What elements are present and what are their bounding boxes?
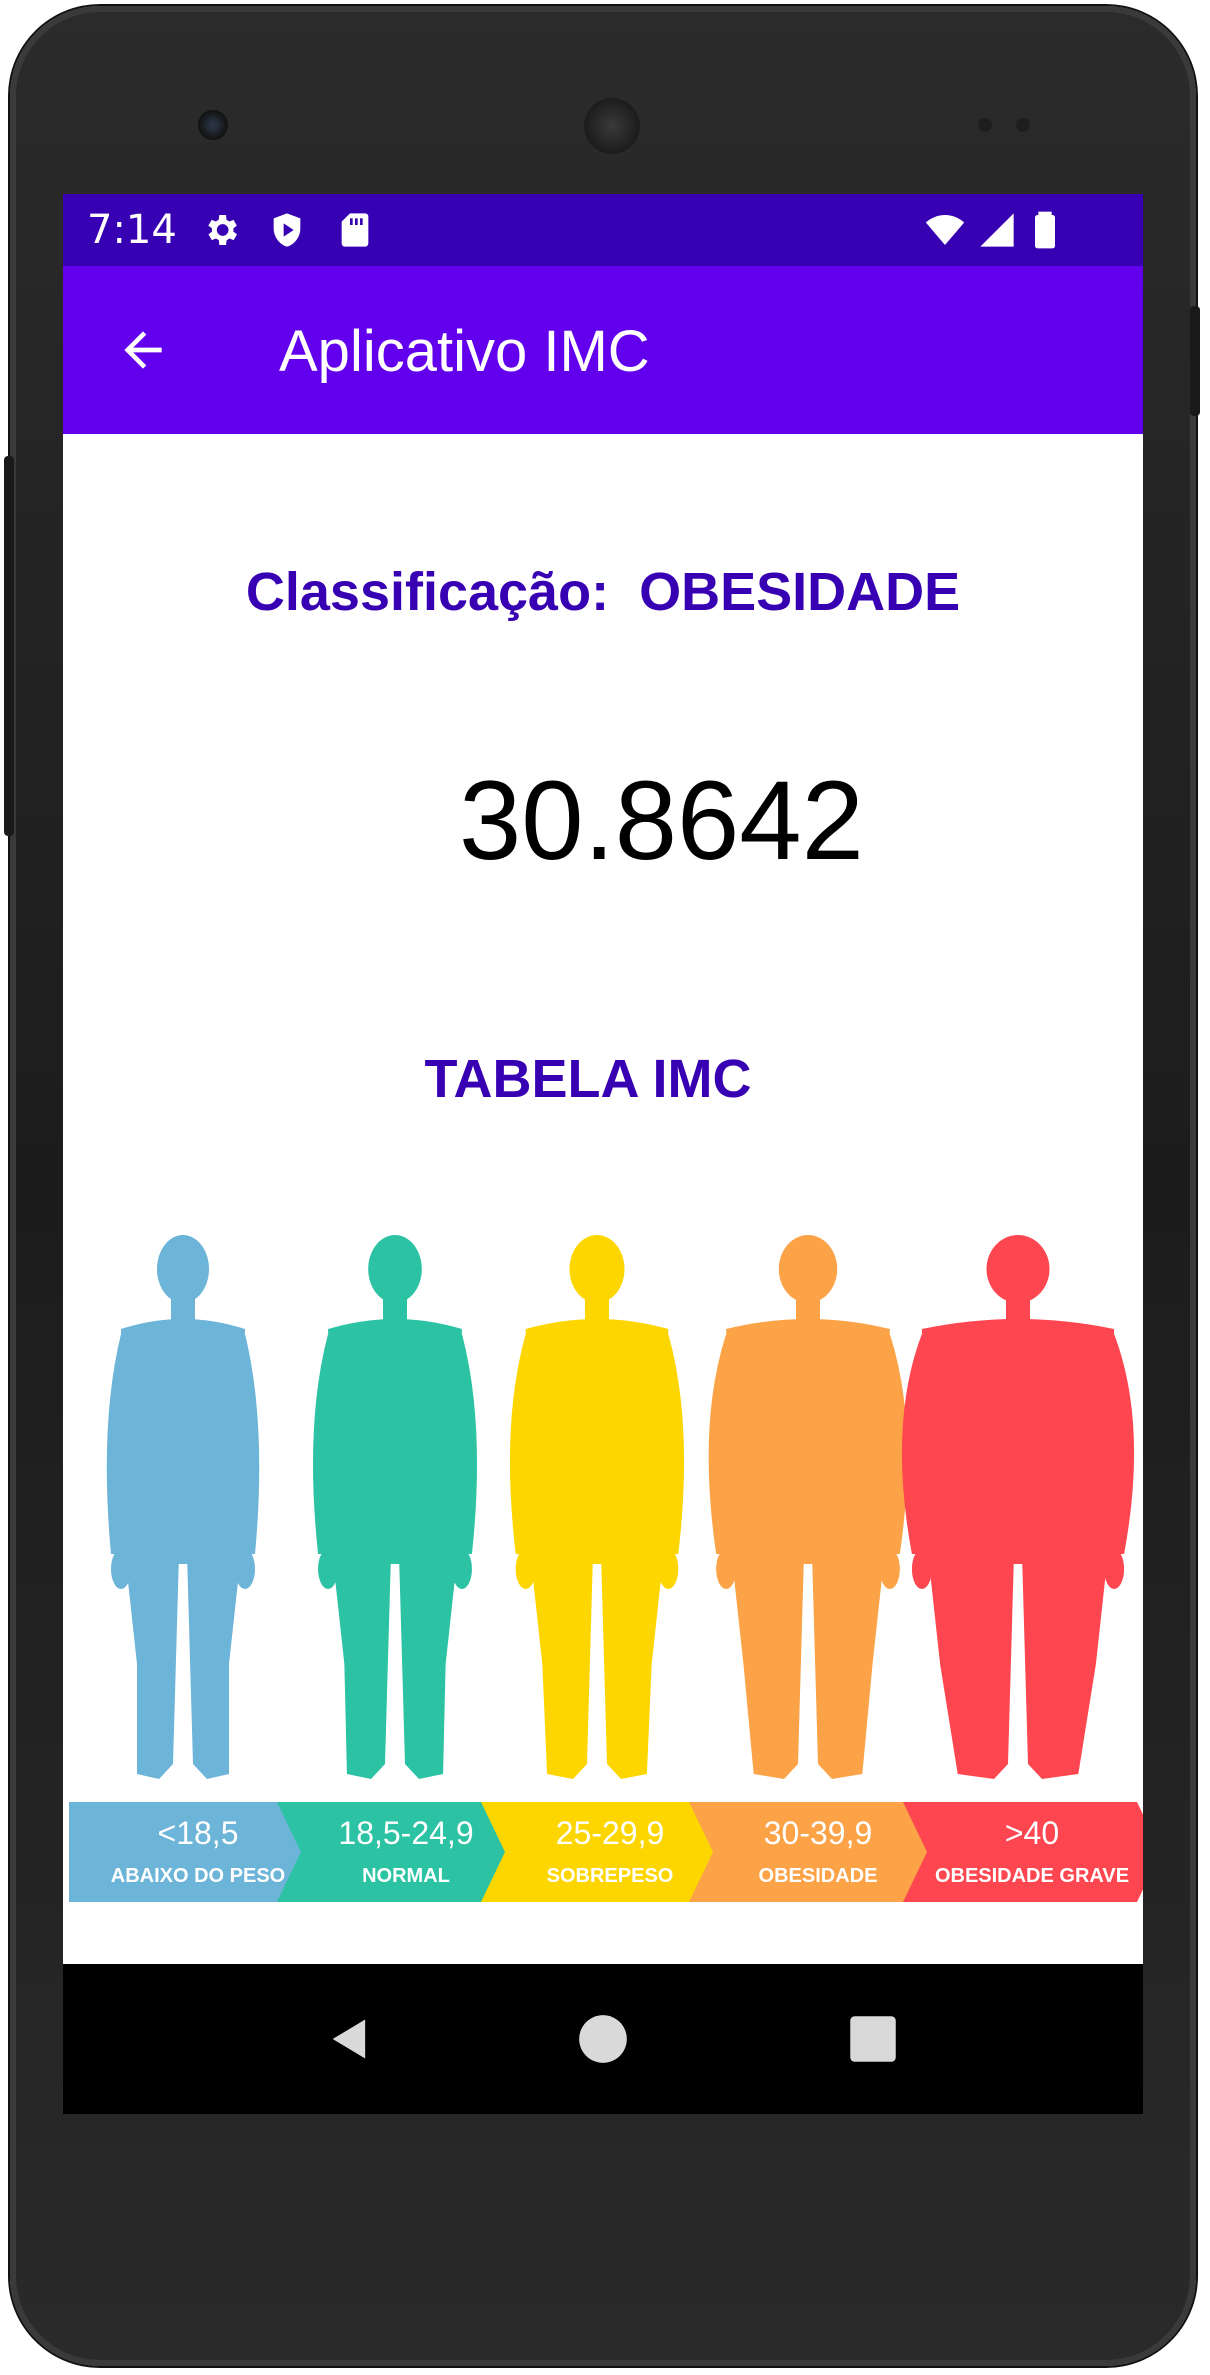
wifi-icon — [925, 215, 965, 245]
table-title: TABELA IMC — [424, 1049, 752, 1109]
status-time: 7:14 — [87, 207, 177, 253]
body-silhouette-2 — [312, 1235, 478, 1779]
back-button[interactable] — [103, 310, 183, 390]
bmi-band-range: 18,5-24,9 — [338, 1815, 473, 1851]
bmi-band-range: >40 — [1005, 1815, 1059, 1851]
earpiece-speaker — [584, 98, 640, 154]
volume-button — [4, 456, 14, 836]
status-bar: 7:14 — [63, 194, 1143, 266]
bmi-band-label: NORMAL — [362, 1865, 450, 1887]
home-circle-icon — [579, 2015, 627, 2063]
shield-icon — [273, 213, 301, 247]
bmi-band-label: OBESIDADE GRAVE — [935, 1865, 1129, 1887]
gear-icon — [208, 215, 237, 245]
front-camera — [198, 110, 228, 140]
back-triangle-icon — [332, 2019, 366, 2059]
classification-label: Classificação: OBESIDADE — [245, 562, 961, 622]
recents-square-icon — [850, 2016, 896, 2062]
bmi-band-range: 25-29,9 — [556, 1815, 665, 1851]
proximity-sensor — [978, 118, 992, 132]
light-sensor — [1016, 118, 1030, 132]
bmi-band-label: SOBREPESO — [547, 1865, 674, 1887]
nav-back-button[interactable] — [305, 1994, 395, 2084]
bmi-band-range: <18,5 — [158, 1815, 239, 1851]
bmi-table-image: <18,5 ABAIXO DO PESO 18,5-24,9 NORMAL 25-29,… — [69, 1235, 1143, 1902]
bmi-band-label: OBESIDADE — [759, 1865, 878, 1887]
nav-home-button[interactable] — [558, 1994, 648, 2084]
imc-value: 30.8642 — [459, 758, 864, 883]
body-silhouette-1 — [106, 1235, 260, 1779]
power-button — [1190, 306, 1200, 416]
device-screen: 7:14 Aplicativo IMC Classificação: OBESI… — [63, 194, 1143, 2114]
battery-icon — [1035, 211, 1055, 249]
navigation-bar — [63, 1964, 1143, 2114]
nav-recents-button[interactable] — [828, 1994, 918, 2084]
signal-icon — [980, 213, 1014, 247]
body-silhouette-4 — [708, 1235, 908, 1779]
bmi-band-label: ABAIXO DO PESO — [111, 1865, 285, 1887]
result-content: Classificação: OBESIDADE 30.8642 TABELA … — [63, 434, 1143, 1964]
body-silhouette-5 — [901, 1235, 1135, 1779]
bmi-band-range: 30-39,9 — [764, 1815, 873, 1851]
sd-card-icon — [341, 213, 369, 247]
body-silhouette-3 — [509, 1235, 685, 1779]
app-title: Aplicativo IMC — [279, 319, 650, 384]
arrow-left-icon — [124, 331, 162, 369]
app-bar: Aplicativo IMC — [63, 266, 1143, 434]
